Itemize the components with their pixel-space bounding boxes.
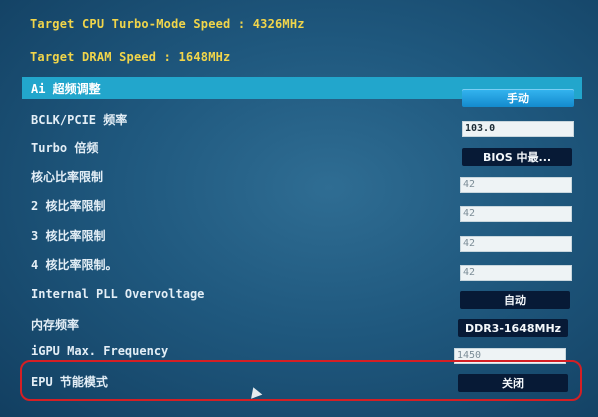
core-ratio-limit-input[interactable]: 42 <box>460 177 572 193</box>
core-ratio-limit-label: 核心比率限制 <box>31 170 104 184</box>
pll-overvoltage-label: Internal PLL Overvoltage <box>31 287 205 301</box>
turbo-ratio-row[interactable]: Turbo 倍频 BIOS 中最... <box>22 136 582 166</box>
memory-frequency-label: 内存频率 <box>31 318 80 332</box>
ai-overclock-label: Ai 超频调整 <box>31 82 101 96</box>
core-ratio-limit-row[interactable]: 核心比率限制 42 <box>22 165 582 193</box>
two-core-ratio-limit-input[interactable]: 42 <box>460 206 572 222</box>
turbo-ratio-button[interactable]: BIOS 中最... <box>462 148 572 166</box>
two-core-ratio-limit-row[interactable]: 2 核比率限制 42 <box>22 194 582 222</box>
pll-overvoltage-button[interactable]: 自动 <box>460 291 570 309</box>
ai-overclock-button[interactable]: 手动 <box>462 89 574 107</box>
bclk-pcie-row[interactable]: BCLK/PCIE 频率 103.0 <box>22 108 582 137</box>
three-core-ratio-limit-input[interactable]: 42 <box>460 236 572 252</box>
memory-frequency-button[interactable]: DDR3-1648MHz <box>458 319 568 337</box>
cpu-turbo-speed-info: Target CPU Turbo-Mode Speed : 4326MHz <box>30 17 305 31</box>
four-core-ratio-limit-row[interactable]: 4 核比率限制。 42 <box>22 253 582 281</box>
four-core-ratio-limit-label: 4 核比率限制。 <box>31 258 118 272</box>
memory-frequency-row[interactable]: 内存频率 DDR3-1648MHz <box>22 313 582 337</box>
three-core-ratio-limit-row[interactable]: 3 核比率限制 42 <box>22 224 582 252</box>
ai-overclock-row[interactable]: Ai 超频调整 手动 <box>22 77 582 107</box>
pll-overvoltage-row[interactable]: Internal PLL Overvoltage 自动 <box>22 284 582 309</box>
bclk-pcie-label: BCLK/PCIE 频率 <box>31 113 128 127</box>
two-core-ratio-limit-label: 2 核比率限制 <box>31 199 106 213</box>
epu-selection-outline <box>20 360 582 401</box>
three-core-ratio-limit-label: 3 核比率限制 <box>31 229 106 243</box>
four-core-ratio-limit-input[interactable]: 42 <box>460 265 572 281</box>
bclk-pcie-input[interactable]: 103.0 <box>462 121 574 137</box>
turbo-ratio-label: Turbo 倍频 <box>31 141 99 155</box>
bios-screen: Target CPU Turbo-Mode Speed : 4326MHz Ta… <box>0 0 598 417</box>
dram-speed-info: Target DRAM Speed : 1648MHz <box>30 50 231 64</box>
igpu-frequency-label: iGPU Max. Frequency <box>31 344 169 358</box>
